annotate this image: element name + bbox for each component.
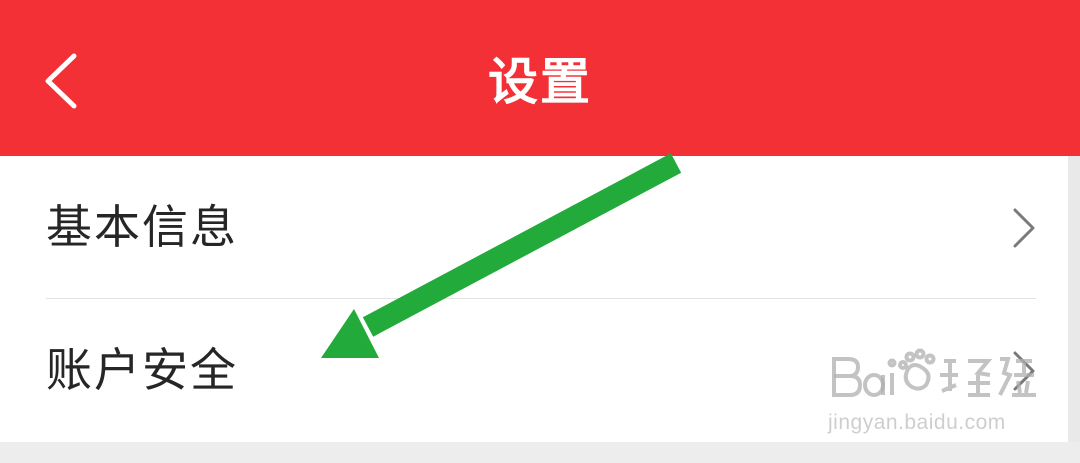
bottom-background: [0, 442, 1080, 463]
scrollbar-track: [1068, 156, 1080, 442]
chevron-right-icon: [1013, 208, 1035, 248]
settings-item-label: 账户安全: [46, 343, 238, 397]
settings-item-account-security[interactable]: 账户安全: [0, 299, 1068, 442]
chevron-right-icon: [1013, 351, 1035, 391]
settings-list: 基本信息 账户安全: [0, 156, 1068, 442]
header-bar: 设置: [0, 0, 1080, 156]
settings-screen: 设置 基本信息 账户安全 jingyan.baidu.com: [0, 0, 1080, 463]
settings-item-label: 基本信息: [46, 200, 238, 254]
settings-item-basic-info[interactable]: 基本信息: [0, 156, 1068, 299]
page-title: 设置: [488, 53, 592, 111]
